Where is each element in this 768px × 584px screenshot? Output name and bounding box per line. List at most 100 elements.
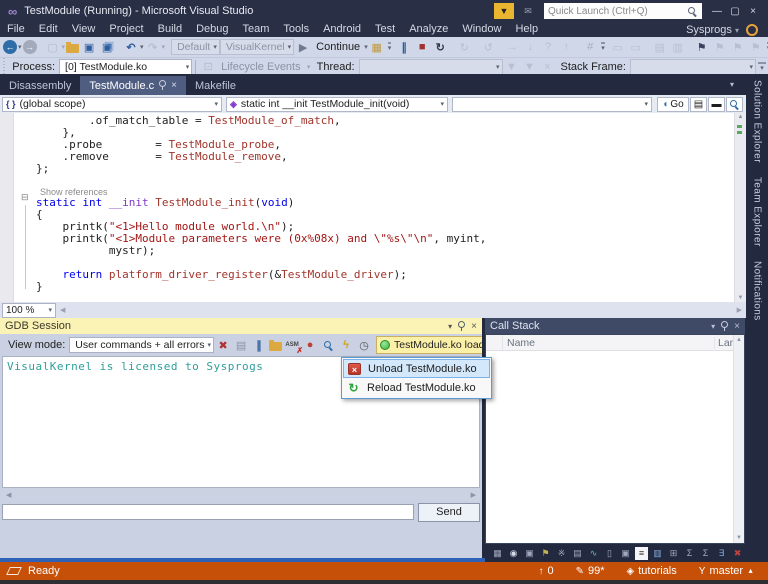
menu-window[interactable]: Window <box>455 22 508 37</box>
go-button[interactable]: ◖ Go <box>657 97 689 112</box>
filter-threads-icon[interactable]: ▼ <box>504 59 520 75</box>
sync-icon[interactable] <box>746 24 758 36</box>
continue-dropdown-icon[interactable]: ▾ <box>364 43 368 51</box>
status-pending-changes[interactable]: ✎99* <box>576 565 605 577</box>
uncomment-block-icon[interactable]: ▥ <box>670 39 686 55</box>
call-stack-scrollbar[interactable]: ▲ ▼ <box>733 335 744 543</box>
undo-icon[interactable]: ↶ <box>123 39 139 55</box>
gdb-command-input[interactable] <box>2 504 414 520</box>
menu-file[interactable]: File <box>0 22 32 37</box>
code-line[interactable]: } <box>0 281 746 293</box>
clear-output-icon[interactable]: ✖ <box>215 337 231 353</box>
code-line[interactable]: static int __init TestModule_init(void) <box>0 197 746 209</box>
breakpoints-icon[interactable]: ※ <box>555 547 568 560</box>
code-line[interactable]: .remove = TestModule_remove, <box>0 151 746 163</box>
show-next-statement-icon[interactable]: → <box>504 39 520 55</box>
code-line[interactable]: return platform_driver_register(&TestMod… <box>0 269 746 281</box>
call-stack-title[interactable]: Call Stack ▾ × <box>485 318 745 334</box>
scroll-right-icon[interactable]: ▶ <box>737 306 742 314</box>
menu-team[interactable]: Team <box>236 22 277 37</box>
tab-makefile[interactable]: Makefile <box>186 76 245 95</box>
close-icon[interactable]: × <box>471 321 477 332</box>
scroll-down-icon[interactable]: ▼ <box>735 295 746 301</box>
code-line[interactable] <box>0 175 746 187</box>
close-icon[interactable]: × <box>734 321 740 332</box>
undo-dropdown-icon[interactable]: ▾ <box>140 43 144 51</box>
code-editor[interactable]: .of_match_table = TestModule_of_match, }… <box>0 113 746 302</box>
lifecycle-events-dropdown-icon[interactable]: ▾ <box>305 63 313 71</box>
status-pushes[interactable]: ↑0 <box>538 565 553 577</box>
new-file-dropdown-icon[interactable]: ▾ <box>62 43 66 51</box>
search-combo[interactable]: ▾ <box>452 97 652 112</box>
toolbar-grip[interactable] <box>1 58 7 75</box>
lifecycle-events-icon[interactable]: ⊡ <box>200 59 216 75</box>
code-area[interactable]: .of_match_table = TestModule_of_match, }… <box>0 115 746 302</box>
pin-icon[interactable] <box>458 321 465 328</box>
menu-build[interactable]: Build <box>151 22 189 37</box>
close-icon[interactable]: × <box>171 80 177 91</box>
next-bookmark-icon[interactable]: ⚑ <box>730 39 746 55</box>
breakpoints-window-icon[interactable]: ▦ <box>369 39 385 55</box>
hex-display-icon[interactable]: # <box>582 39 598 55</box>
watch-1-icon[interactable]: Σ <box>683 547 696 560</box>
step-over-icon[interactable]: ? <box>540 39 556 55</box>
module-loaded-button[interactable]: TestModule.ko loaded▾ <box>376 336 482 354</box>
member-combo[interactable]: ◈ static int __init TestModule_init(void… <box>226 97 448 112</box>
side-tab-team-explorer[interactable]: Team Explorer <box>752 177 763 247</box>
restart-icon[interactable]: ↻ <box>432 39 448 55</box>
linux-terminal-icon[interactable]: ◉ <box>507 547 520 560</box>
side-tab-solution-explorer[interactable]: Solution Explorer <box>752 80 763 163</box>
pause-output-icon[interactable]: ∥ <box>251 337 267 353</box>
search-output-icon[interactable] <box>320 337 336 353</box>
scope-combo[interactable]: { } (global scope)▾ <box>2 97 222 112</box>
code-line[interactable] <box>0 293 746 302</box>
nav-forward-icon[interactable]: → <box>23 40 37 54</box>
view-mode-combo[interactable]: User commands + all errors▾ <box>69 337 214 353</box>
code-line[interactable]: .of_match_table = TestModule_of_match, <box>0 115 746 127</box>
menu-test[interactable]: Test <box>368 22 402 37</box>
locals-icon[interactable]: ▥ <box>651 547 664 560</box>
navigate-backward-doc-icon[interactable]: ▭ <box>610 39 626 55</box>
new-file-icon[interactable]: ▢ <box>45 39 61 55</box>
nav-back-dropdown-icon[interactable]: ▾ <box>18 43 22 51</box>
watch-2-icon[interactable]: Σ <box>699 547 712 560</box>
output-icon[interactable]: ▯ <box>603 547 616 560</box>
navigate-forward-doc-icon[interactable]: ▭ <box>628 39 644 55</box>
quick-actions-icon[interactable]: ϟ <box>338 337 354 353</box>
nav-back-icon[interactable]: ← <box>3 40 17 54</box>
registers-icon[interactable]: ▤ <box>571 547 584 560</box>
filter-current-thread-icon[interactable]: ▼ <box>522 59 538 75</box>
document-outline-button[interactable]: ▤ <box>690 97 707 112</box>
open-folder-icon[interactable] <box>66 44 79 53</box>
menu-android[interactable]: Android <box>316 22 368 37</box>
autos-icon[interactable]: ▣ <box>523 547 536 560</box>
row2-overflow-icon[interactable]: ▾ <box>758 62 766 72</box>
code-line[interactable]: }; <box>0 163 746 175</box>
clear-bookmarks-icon[interactable]: ⚑ <box>748 39 764 55</box>
thread-combo[interactable]: ▾ <box>359 59 503 75</box>
copy-output-icon[interactable]: ▤ <box>233 337 249 353</box>
code-line[interactable]: mystr); <box>0 245 746 257</box>
previous-bookmark-icon[interactable]: ⚑ <box>712 39 728 55</box>
scroll-up-icon[interactable]: ▲ <box>735 114 746 120</box>
bookmarks-icon[interactable]: ⚑ <box>539 547 552 560</box>
scroll-up-icon[interactable]: ▲ <box>736 337 742 343</box>
comment-button[interactable]: ▬ <box>708 97 725 112</box>
exports-icon[interactable]: ∃ <box>715 547 728 560</box>
menu-debug[interactable]: Debug <box>189 22 235 37</box>
redo-dropdown-icon[interactable]: ▾ <box>162 43 166 51</box>
tab-overflow-icon[interactable]: ▾ <box>730 80 742 89</box>
step-into-icon[interactable]: ↓ <box>522 39 538 55</box>
menu-edit[interactable]: Edit <box>32 22 65 37</box>
solution-configuration[interactable]: Default▾ <box>171 39 220 55</box>
pin-icon[interactable] <box>159 80 166 87</box>
gdb-panel-title[interactable]: GDB Session ▾ × <box>0 318 482 334</box>
debug-overflow-icon[interactable]: ▾ <box>388 42 392 52</box>
feedback-icon[interactable]: ✉ <box>518 3 538 19</box>
revert-changes-icon[interactable]: ↺ <box>480 39 496 55</box>
editor-horizontal-scrollbar[interactable]: ◀ ▶ <box>56 302 746 318</box>
flag-threads-icon[interactable]: × <box>540 59 556 75</box>
step-out-icon[interactable]: ↑ <box>558 39 574 55</box>
toolbar-overflow-2-icon[interactable]: ▾ <box>601 42 605 52</box>
timing-icon[interactable]: ◷ <box>356 337 372 353</box>
